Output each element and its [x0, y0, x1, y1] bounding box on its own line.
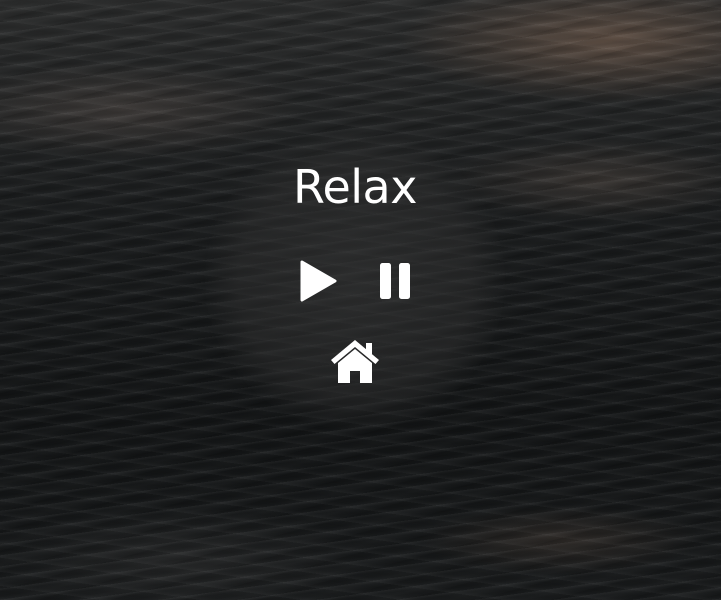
- app-background: Relax: [0, 0, 721, 600]
- home-button[interactable]: [329, 338, 381, 389]
- player-panel: Relax: [205, 130, 505, 430]
- playback-controls: [299, 260, 411, 307]
- play-icon: [300, 260, 337, 301]
- home-icon: [331, 340, 379, 383]
- pause-icon: [380, 262, 410, 299]
- play-button[interactable]: [299, 260, 337, 307]
- pause-button[interactable]: [379, 262, 411, 305]
- home-row: [329, 338, 381, 389]
- page-title: Relax: [293, 160, 417, 214]
